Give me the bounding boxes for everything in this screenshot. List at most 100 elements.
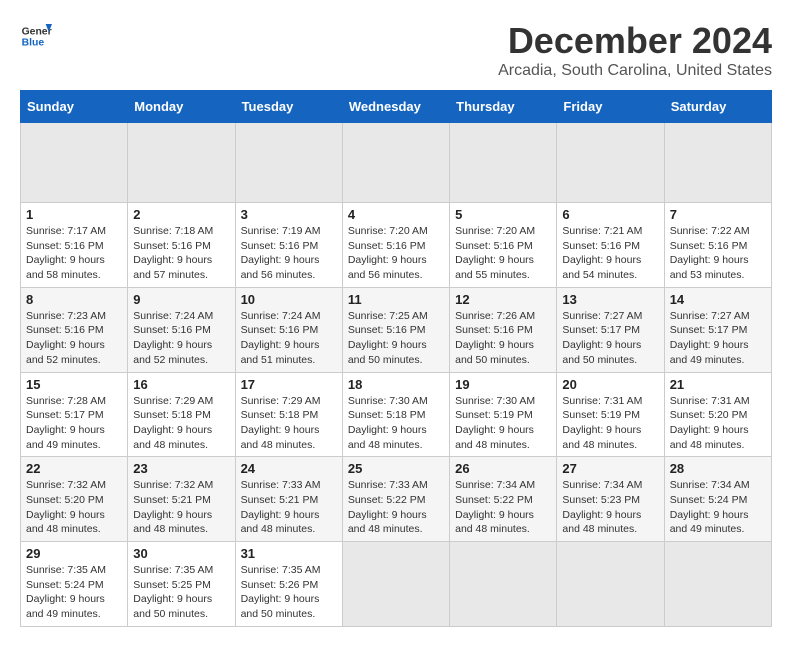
- calendar-cell: 20Sunrise: 7:31 AM Sunset: 5:19 PM Dayli…: [557, 372, 664, 457]
- calendar-cell: 18Sunrise: 7:30 AM Sunset: 5:18 PM Dayli…: [342, 372, 449, 457]
- day-number: 18: [348, 377, 444, 392]
- calendar-cell: 21Sunrise: 7:31 AM Sunset: 5:20 PM Dayli…: [664, 372, 771, 457]
- day-number: 23: [133, 461, 229, 476]
- calendar-cell: 28Sunrise: 7:34 AM Sunset: 5:24 PM Dayli…: [664, 457, 771, 542]
- day-detail: Sunrise: 7:34 AM Sunset: 5:22 PM Dayligh…: [455, 478, 551, 537]
- day-detail: Sunrise: 7:20 AM Sunset: 5:16 PM Dayligh…: [455, 224, 551, 283]
- page-header: General Blue December 2024 Arcadia, Sout…: [20, 20, 772, 80]
- day-number: 6: [562, 207, 658, 222]
- day-detail: Sunrise: 7:29 AM Sunset: 5:18 PM Dayligh…: [241, 394, 337, 453]
- calendar-week-1: 1Sunrise: 7:17 AM Sunset: 5:16 PM Daylig…: [21, 203, 772, 288]
- calendar-cell: 30 Sunrise: 7:35 AM Sunset: 5:25 PM Dayli…: [128, 542, 235, 627]
- calendar-cell: 9 Sunrise: 7:24 AM Sunset: 5:16 PM Daylig…: [128, 287, 235, 372]
- day-detail: Sunrise: 7:34 AM Sunset: 5:24 PM Dayligh…: [670, 478, 766, 537]
- calendar-week-0: [21, 123, 772, 203]
- logo: General Blue: [20, 20, 52, 52]
- day-number: 19: [455, 377, 551, 392]
- day-detail: Sunrise: 7:34 AM Sunset: 5:23 PM Dayligh…: [562, 478, 658, 537]
- day-detail: Sunrise: 7:35 AM Sunset: 5:25 PM Dayligh…: [133, 563, 229, 622]
- header-row: Sunday Monday Tuesday Wednesday Thursday…: [21, 91, 772, 123]
- calendar-cell: 2 Sunrise: 7:18 AM Sunset: 5:16 PM Daylig…: [128, 203, 235, 288]
- calendar-cell: 7Sunrise: 7:22 AM Sunset: 5:16 PM Daylig…: [664, 203, 771, 288]
- calendar-cell: 5 Sunrise: 7:20 AM Sunset: 5:16 PM Daylig…: [450, 203, 557, 288]
- day-number: 27: [562, 461, 658, 476]
- day-detail: Sunrise: 7:33 AM Sunset: 5:22 PM Dayligh…: [348, 478, 444, 537]
- header-sunday: Sunday: [21, 91, 128, 123]
- calendar-cell: 15Sunrise: 7:28 AM Sunset: 5:17 PM Dayli…: [21, 372, 128, 457]
- calendar-cell: 26 Sunrise: 7:34 AM Sunset: 5:22 PM Dayli…: [450, 457, 557, 542]
- svg-text:Blue: Blue: [22, 38, 45, 49]
- day-detail: Sunrise: 7:32 AM Sunset: 5:21 PM Dayligh…: [133, 478, 229, 537]
- header-monday: Monday: [128, 91, 235, 123]
- calendar-cell: 11 Sunrise: 7:25 AM Sunset: 5:16 PM Dayli…: [342, 287, 449, 372]
- calendar-cell: [664, 542, 771, 627]
- day-number: 29: [26, 546, 122, 561]
- calendar-cell: 22 Sunrise: 7:32 AM Sunset: 5:20 PM Dayli…: [21, 457, 128, 542]
- calendar-cell: 31Sunrise: 7:35 AM Sunset: 5:26 PM Dayli…: [235, 542, 342, 627]
- day-number: 11: [348, 292, 444, 307]
- day-number: 22: [26, 461, 122, 476]
- calendar-cell: 8Sunrise: 7:23 AM Sunset: 5:16 PM Daylig…: [21, 287, 128, 372]
- day-number: 5: [455, 207, 551, 222]
- calendar-cell: 19 Sunrise: 7:30 AM Sunset: 5:19 PM Dayli…: [450, 372, 557, 457]
- calendar-cell: [557, 123, 664, 203]
- day-detail: Sunrise: 7:23 AM Sunset: 5:16 PM Dayligh…: [26, 309, 122, 368]
- calendar-cell: 4 Sunrise: 7:20 AM Sunset: 5:16 PM Daylig…: [342, 203, 449, 288]
- day-number: 17: [241, 377, 337, 392]
- day-number: 14: [670, 292, 766, 307]
- calendar-cell: 25Sunrise: 7:33 AM Sunset: 5:22 PM Dayli…: [342, 457, 449, 542]
- calendar-cell: [342, 542, 449, 627]
- header-friday: Friday: [557, 91, 664, 123]
- day-detail: Sunrise: 7:35 AM Sunset: 5:24 PM Dayligh…: [26, 563, 122, 622]
- day-number: 2: [133, 207, 229, 222]
- calendar-cell: [342, 123, 449, 203]
- calendar-week-2: 8Sunrise: 7:23 AM Sunset: 5:16 PM Daylig…: [21, 287, 772, 372]
- calendar-cell: 13Sunrise: 7:27 AM Sunset: 5:17 PM Dayli…: [557, 287, 664, 372]
- header-wednesday: Wednesday: [342, 91, 449, 123]
- calendar-week-3: 15Sunrise: 7:28 AM Sunset: 5:17 PM Dayli…: [21, 372, 772, 457]
- month-title: December 2024: [498, 20, 772, 62]
- day-detail: Sunrise: 7:30 AM Sunset: 5:19 PM Dayligh…: [455, 394, 551, 453]
- day-number: 24: [241, 461, 337, 476]
- calendar-cell: 23 Sunrise: 7:32 AM Sunset: 5:21 PM Dayli…: [128, 457, 235, 542]
- logo-icon: General Blue: [20, 20, 52, 52]
- calendar-cell: 16 Sunrise: 7:29 AM Sunset: 5:18 PM Dayli…: [128, 372, 235, 457]
- calendar-table: Sunday Monday Tuesday Wednesday Thursday…: [20, 90, 772, 627]
- calendar-cell: 12Sunrise: 7:26 AM Sunset: 5:16 PM Dayli…: [450, 287, 557, 372]
- calendar-cell: [664, 123, 771, 203]
- calendar-cell: 6 Sunrise: 7:21 AM Sunset: 5:16 PM Daylig…: [557, 203, 664, 288]
- day-detail: Sunrise: 7:25 AM Sunset: 5:16 PM Dayligh…: [348, 309, 444, 368]
- header-saturday: Saturday: [664, 91, 771, 123]
- day-detail: Sunrise: 7:29 AM Sunset: 5:18 PM Dayligh…: [133, 394, 229, 453]
- day-detail: Sunrise: 7:26 AM Sunset: 5:16 PM Dayligh…: [455, 309, 551, 368]
- day-number: 15: [26, 377, 122, 392]
- calendar-cell: 3 Sunrise: 7:19 AM Sunset: 5:16 PM Daylig…: [235, 203, 342, 288]
- day-number: 1: [26, 207, 122, 222]
- day-number: 3: [241, 207, 337, 222]
- calendar-cell: 27 Sunrise: 7:34 AM Sunset: 5:23 PM Dayli…: [557, 457, 664, 542]
- calendar-cell: [557, 542, 664, 627]
- day-number: 30: [133, 546, 229, 561]
- day-detail: Sunrise: 7:24 AM Sunset: 5:16 PM Dayligh…: [133, 309, 229, 368]
- day-number: 26: [455, 461, 551, 476]
- day-number: 4: [348, 207, 444, 222]
- calendar-cell: [235, 123, 342, 203]
- calendar-cell: [128, 123, 235, 203]
- calendar-cell: 17 Sunrise: 7:29 AM Sunset: 5:18 PM Dayli…: [235, 372, 342, 457]
- day-number: 7: [670, 207, 766, 222]
- calendar-week-5: 29 Sunrise: 7:35 AM Sunset: 5:24 PM Dayli…: [21, 542, 772, 627]
- day-detail: Sunrise: 7:21 AM Sunset: 5:16 PM Dayligh…: [562, 224, 658, 283]
- day-detail: Sunrise: 7:19 AM Sunset: 5:16 PM Dayligh…: [241, 224, 337, 283]
- calendar-cell: [450, 123, 557, 203]
- day-number: 16: [133, 377, 229, 392]
- day-detail: Sunrise: 7:18 AM Sunset: 5:16 PM Dayligh…: [133, 224, 229, 283]
- day-detail: Sunrise: 7:24 AM Sunset: 5:16 PM Dayligh…: [241, 309, 337, 368]
- day-number: 9: [133, 292, 229, 307]
- calendar-week-4: 22 Sunrise: 7:32 AM Sunset: 5:20 PM Dayli…: [21, 457, 772, 542]
- day-number: 13: [562, 292, 658, 307]
- day-detail: Sunrise: 7:32 AM Sunset: 5:20 PM Dayligh…: [26, 478, 122, 537]
- day-detail: Sunrise: 7:27 AM Sunset: 5:17 PM Dayligh…: [670, 309, 766, 368]
- day-number: 21: [670, 377, 766, 392]
- day-detail: Sunrise: 7:20 AM Sunset: 5:16 PM Dayligh…: [348, 224, 444, 283]
- calendar-cell: 24Sunrise: 7:33 AM Sunset: 5:21 PM Dayli…: [235, 457, 342, 542]
